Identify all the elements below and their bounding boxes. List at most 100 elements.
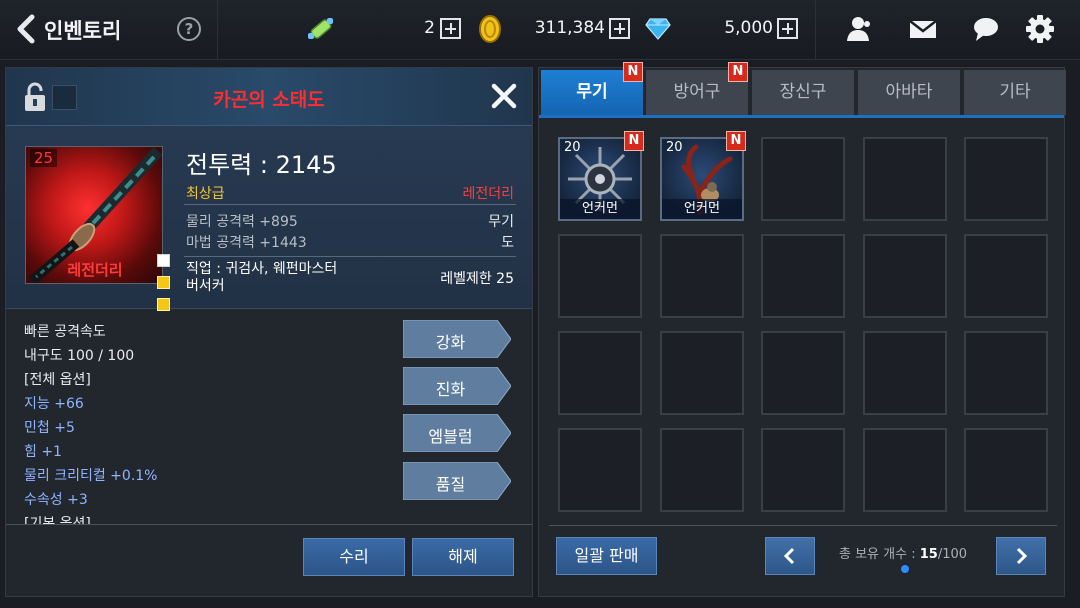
top-bar: 인벤토리 ? 2 311,384 5,000	[0, 0, 1080, 60]
option-line: 빠른 공격속도	[24, 324, 106, 340]
gold-coin-icon	[479, 15, 501, 43]
item-subtype: 도	[501, 235, 514, 251]
gem-icon	[645, 18, 671, 40]
back-arrow-icon[interactable]	[14, 12, 40, 46]
empty-inventory-slot[interactable]	[964, 137, 1048, 221]
button-label: 강화	[435, 333, 466, 352]
next-page-button[interactable]	[996, 537, 1046, 575]
enhance-button[interactable]: 강화	[403, 320, 511, 358]
new-badge: N	[728, 62, 748, 82]
empty-inventory-slot[interactable]	[863, 331, 947, 415]
option-line: 물리 크리티컬 +0.1%	[24, 468, 158, 484]
unequip-button[interactable]: 해제	[412, 538, 514, 576]
item-detail-panel: 카곤의 소태도 25 레전더리 전투력 : 2145 최상급 레전더리 물리 공…	[5, 67, 533, 597]
divider	[549, 525, 1057, 526]
empty-inventory-slot[interactable]	[660, 428, 744, 512]
empty-inventory-slot[interactable]	[964, 331, 1048, 415]
empty-inventory-slot[interactable]	[964, 428, 1048, 512]
new-badge: N	[726, 131, 746, 151]
tab-avatar[interactable]: 아바타	[858, 70, 960, 115]
repair-button[interactable]: 수리	[303, 538, 405, 576]
help-icon[interactable]: ?	[177, 17, 201, 41]
prev-page-button[interactable]	[765, 537, 815, 575]
scroll-count: 2	[424, 18, 435, 38]
divider	[815, 0, 816, 60]
empty-inventory-slot[interactable]	[761, 428, 845, 512]
mail-icon[interactable]	[908, 14, 938, 44]
item-options-list[interactable]: 빠른 공격속도 내구도 100 / 100 [전체 옵션] 지능 +66 민첩 …	[24, 320, 384, 525]
item-tier: 최상급	[186, 186, 225, 202]
item-portrait: 25 레전더리	[25, 146, 163, 284]
add-gem-button[interactable]	[777, 18, 798, 39]
socket-markers	[157, 254, 171, 314]
inventory-panel: 무기 방어구 장신구 아바타 기타 N N 20 언커먼 N 20 언커먼 N 일괄 판매…	[538, 62, 1066, 597]
combat-power: 전투력 : 2145	[186, 151, 337, 179]
item-grade-label: 레전더리	[67, 261, 123, 279]
tab-underline	[539, 115, 1064, 118]
item-level: 20	[666, 140, 683, 155]
divider	[184, 256, 516, 257]
job-requirement: 직업 : 귀검사, 웨펀마스터 버서커	[186, 261, 338, 294]
button-label: 품질	[435, 475, 466, 494]
chat-icon[interactable]	[971, 14, 1001, 44]
empty-inventory-slot[interactable]	[558, 331, 642, 415]
option-line: 민첩 +5	[24, 420, 75, 436]
item-rarity: 언커먼	[662, 199, 742, 219]
count-prefix: 총 보유 개수 :	[839, 547, 920, 562]
page-title: 인벤토리	[44, 19, 122, 43]
item-rarity: 레전더리	[462, 186, 514, 202]
close-icon[interactable]	[491, 83, 517, 109]
chevron-right-icon	[1016, 547, 1028, 565]
empty-inventory-slot[interactable]	[660, 234, 744, 318]
add-scroll-button[interactable]	[440, 18, 461, 39]
empty-inventory-slot[interactable]	[863, 234, 947, 318]
new-badge: N	[623, 62, 643, 82]
new-badge: N	[624, 131, 644, 151]
empty-inventory-slot[interactable]	[964, 234, 1048, 318]
socket-marker	[157, 276, 170, 289]
item-name: 카곤의 소태도	[213, 89, 325, 111]
level-requirement: 레벨제한 25	[440, 271, 514, 287]
option-line: 수속성 +3	[24, 492, 88, 508]
button-label: 엠블럼	[428, 427, 473, 446]
settings-icon[interactable]	[1025, 14, 1055, 44]
button-label: 진화	[435, 380, 466, 399]
item-level: 20	[564, 140, 581, 155]
empty-inventory-slot[interactable]	[558, 234, 642, 318]
evolve-button[interactable]: 진화	[403, 367, 511, 405]
divider	[217, 0, 218, 60]
bulk-sell-button[interactable]: 일괄 판매	[556, 537, 657, 575]
tab-accessory[interactable]: 장신구	[752, 70, 854, 115]
item-level-badge: 25	[30, 149, 58, 167]
option-line: [전체 옵션]	[24, 372, 91, 388]
tab-etc[interactable]: 기타	[964, 70, 1066, 115]
chevron-left-icon	[783, 547, 795, 565]
emblem-button[interactable]: 엠블럼	[403, 414, 511, 452]
empty-inventory-slot[interactable]	[558, 428, 642, 512]
quality-button[interactable]: 품질	[403, 462, 511, 500]
stat-label: 물리 공격력 +895	[186, 214, 298, 230]
friends-icon[interactable]	[845, 14, 875, 44]
item-type: 무기	[488, 214, 514, 230]
empty-inventory-slot[interactable]	[863, 428, 947, 512]
socket-marker	[157, 298, 170, 311]
empty-inventory-slot[interactable]	[761, 234, 845, 318]
option-line: 지능 +66	[24, 396, 84, 412]
item-detail-header: 카곤의 소태도	[6, 68, 532, 126]
option-line: 힘 +1	[24, 444, 62, 460]
empty-inventory-slot[interactable]	[761, 137, 845, 221]
item-count: 총 보유 개수 : 15/100	[839, 543, 967, 562]
add-gold-button[interactable]	[609, 18, 630, 39]
divider	[6, 524, 532, 525]
count-max: /100	[937, 547, 968, 562]
page-indicator-dot	[901, 565, 909, 573]
gem-amount: 5,000	[724, 18, 773, 38]
empty-inventory-slot[interactable]	[660, 331, 744, 415]
gold-amount: 311,384	[534, 18, 605, 38]
socket-marker	[157, 254, 170, 267]
stat-label: 마법 공격력 +1443	[186, 235, 307, 251]
count-current: 15	[919, 547, 938, 562]
empty-inventory-slot[interactable]	[863, 137, 947, 221]
divider	[184, 204, 516, 205]
empty-inventory-slot[interactable]	[761, 331, 845, 415]
